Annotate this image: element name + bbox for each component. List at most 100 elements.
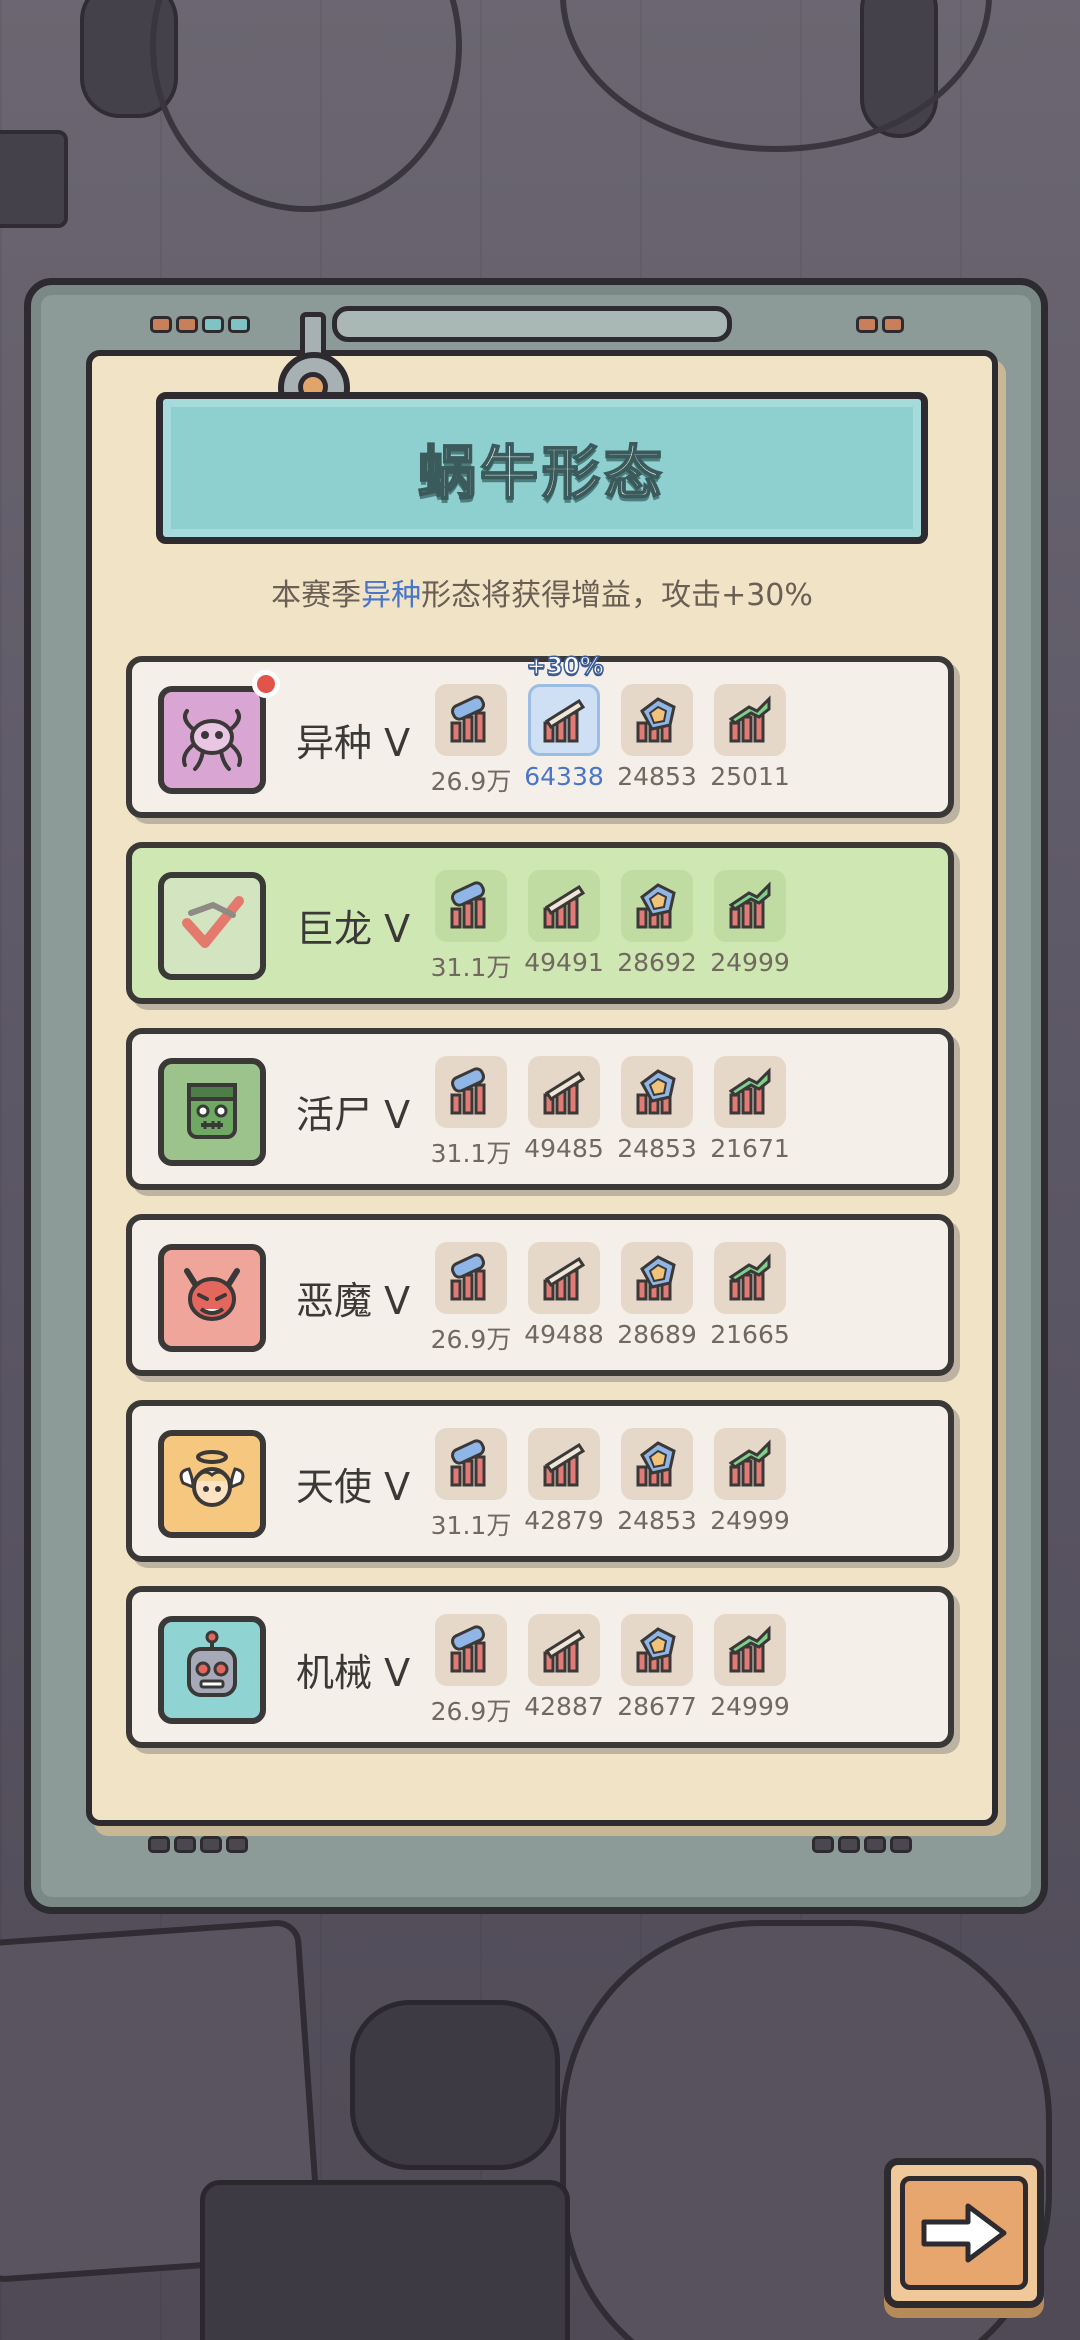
form-avatar [158, 686, 266, 794]
health-stat-icon [435, 1242, 507, 1314]
notification-dot [252, 670, 280, 698]
form-name: 异种 V [296, 721, 411, 765]
health-stat-icon [435, 1614, 507, 1686]
form-name: 活尸 V [296, 1093, 411, 1137]
rivet [882, 316, 904, 333]
defense-stat-icon [621, 1428, 693, 1500]
form-name: 恶魔 V [296, 1279, 411, 1323]
form-row[interactable]: 异种 V 26.9万 +30% 64338 24853 25011 [126, 651, 954, 818]
stat-value: 28689 [617, 1320, 697, 1349]
rivet [226, 1836, 248, 1853]
health-stat-icon [435, 1056, 507, 1128]
stat-cell: 42879 [523, 1428, 605, 1535]
form-row[interactable]: 机械 V 26.9万 42887 28677 24999 [126, 1586, 954, 1748]
stat-value: 21665 [710, 1320, 790, 1349]
form-row[interactable]: 恶魔 V 26.9万 49488 28689 21665 [126, 1214, 954, 1376]
stat-cell: 26.9万 [430, 1242, 512, 1356]
stat-value: 42879 [524, 1506, 604, 1535]
form-name: 机械 V [296, 1651, 411, 1695]
rivet [174, 1836, 196, 1853]
stat-cell: 31.1万 [430, 1056, 512, 1170]
stat-cell: 42887 [523, 1614, 605, 1721]
stat-value: 49485 [524, 1134, 604, 1163]
stat-cell: 26.9万 [430, 1614, 512, 1728]
stat-value: 24999 [710, 948, 790, 977]
health-stat-icon [435, 1428, 507, 1500]
speed-stat-icon [714, 684, 786, 756]
stat-cell: 28692 [616, 870, 698, 977]
defense-stat-icon [621, 1056, 693, 1128]
stat-cell: 31.1万 [430, 870, 512, 984]
subtitle-suffix: 形态将获得增益，攻击+30% [421, 578, 813, 613]
stat-value: 28677 [617, 1692, 697, 1721]
rivet [176, 316, 198, 333]
defense-stat-icon [621, 1614, 693, 1686]
form-row[interactable]: 巨龙 V 31.1万 49491 28692 24999 [126, 842, 954, 1004]
rivet [856, 316, 878, 333]
defense-stat-icon [621, 684, 693, 756]
stat-value: 42887 [524, 1692, 604, 1721]
stat-value: 28692 [617, 948, 697, 977]
form-avatar [158, 1058, 266, 1166]
next-button-face [900, 2176, 1028, 2290]
rivet [812, 1836, 834, 1853]
rivet [200, 1836, 222, 1853]
robot-icon [173, 1629, 251, 1711]
attack-stat-icon [528, 1056, 600, 1128]
angel-icon [173, 1443, 251, 1525]
form-avatar [158, 1244, 266, 1352]
subtitle-highlight: 异种 [361, 578, 422, 613]
form-row[interactable]: 活尸 V 31.1万 49485 24853 21671 [126, 1028, 954, 1190]
zombie-icon [173, 1071, 251, 1153]
stat-value: 24999 [710, 1506, 790, 1535]
form-row[interactable]: 天使 V 31.1万 42879 24853 24999 [126, 1400, 954, 1562]
health-stat-icon [435, 684, 507, 756]
stat-cell: +30% 64338 [523, 651, 605, 791]
stat-value: 25011 [710, 762, 790, 791]
stat-cell: 24853 [616, 1428, 698, 1535]
stat-value: 31.1万 [430, 1511, 512, 1540]
stat-value: 24999 [710, 1692, 790, 1721]
stat-cell: 24999 [709, 870, 791, 977]
stat-cell: 21665 [709, 1242, 791, 1349]
attack-stat-icon [528, 684, 600, 756]
defense-stat-icon [621, 1242, 693, 1314]
form-avatar [158, 1430, 266, 1538]
rivet [890, 1836, 912, 1853]
attack-stat-icon [528, 870, 600, 942]
stat-value: 31.1万 [430, 1139, 512, 1168]
form-name: 巨龙 V [296, 907, 411, 951]
stat-value: 24853 [617, 762, 697, 791]
rivet [864, 1836, 886, 1853]
stat-cell: 28677 [616, 1614, 698, 1721]
rivet [838, 1836, 860, 1853]
stat-value: 64338 [524, 762, 604, 791]
rivet [148, 1836, 170, 1853]
speed-stat-icon [714, 1614, 786, 1686]
dragon-icon [173, 885, 251, 967]
stat-cell: 24999 [709, 1614, 791, 1721]
stat-cell: 49485 [523, 1056, 605, 1163]
next-button[interactable] [884, 2158, 1044, 2308]
stat-value: 49491 [524, 948, 604, 977]
form-avatar [158, 1616, 266, 1724]
stat-cell: 21671 [709, 1056, 791, 1163]
season-bonus-text: 本赛季异种形态将获得增益，攻击+30% [86, 570, 998, 614]
form-avatar [158, 872, 266, 980]
title-banner: 蜗牛形态 [156, 392, 928, 544]
stat-cell: 26.9万 [430, 684, 512, 798]
stat-value: 21671 [710, 1134, 790, 1163]
stat-value: 26.9万 [430, 1325, 512, 1354]
stat-cell: 49488 [523, 1242, 605, 1349]
alien-icon [173, 699, 251, 781]
speed-stat-icon [714, 870, 786, 942]
stat-value: 26.9万 [430, 1697, 512, 1726]
arrow-right-icon [921, 2203, 1007, 2263]
speed-stat-icon [714, 1242, 786, 1314]
stat-value: 31.1万 [430, 953, 512, 982]
stat-value: 49488 [524, 1320, 604, 1349]
stat-cell: 25011 [709, 684, 791, 791]
stat-value: 24853 [617, 1506, 697, 1535]
stat-cell: 31.1万 [430, 1428, 512, 1542]
stat-cell: 28689 [616, 1242, 698, 1349]
